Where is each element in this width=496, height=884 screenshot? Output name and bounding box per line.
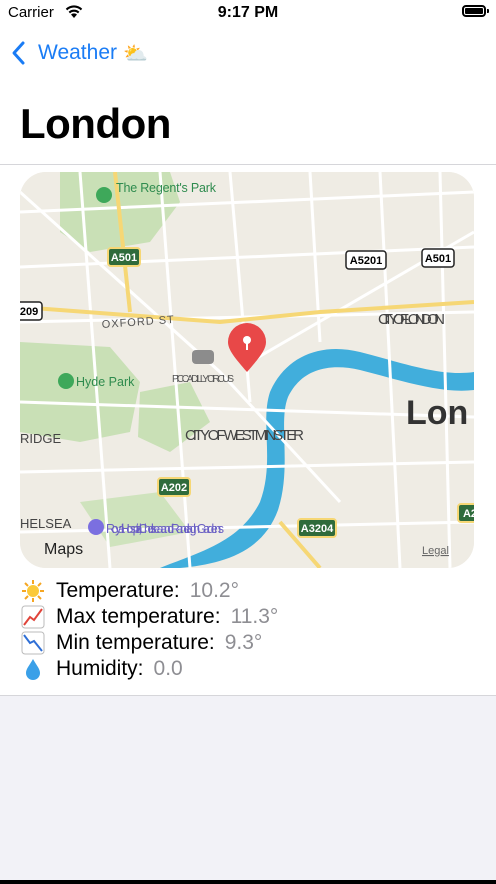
weather-row-max-temperature: Max temperature: 11.3° <box>20 604 278 630</box>
road-label: A2 <box>463 508 474 520</box>
sun-icon <box>20 579 46 603</box>
legal-link: Legal <box>422 545 449 557</box>
row-value: 0.0 <box>153 657 183 680</box>
droplet-icon <box>20 657 46 681</box>
london-label: Lon <box>406 394 468 432</box>
row-label: Max temperature: <box>56 605 221 628</box>
sun-behind-cloud-icon: ⛅ <box>123 42 148 65</box>
royal-hospital-label: Royal Hospital, Chelsea and Ranelagh Gar… <box>106 522 224 536</box>
back-button[interactable]: Weather ⛅ <box>10 40 148 66</box>
road-label: A3204 <box>301 523 334 535</box>
road-shield: A501 <box>421 248 455 268</box>
road-shield: A501 <box>107 247 141 267</box>
row-value: 11.3° <box>230 605 279 628</box>
weather-detail-card: A501 A5201 A501 209 A202 A3204 A2 The Re… <box>0 165 496 696</box>
chevron-left-icon <box>12 41 25 65</box>
navigation-bar: Weather ⛅ London <box>0 26 496 165</box>
road-shield: A2 <box>457 503 474 523</box>
road-label: A5201 <box>350 255 382 267</box>
weather-row-temperature: Temperature: 10.2° <box>20 578 278 604</box>
weather-row-min-temperature: Min temperature: 9.3° <box>20 630 278 656</box>
park-icon <box>58 373 74 389</box>
row-value: 10.2° <box>189 579 240 602</box>
westminster-label: CITY OF WESTMINSTER <box>185 427 305 444</box>
road-label: A202 <box>161 482 187 494</box>
apple-maps-logo: Maps <box>44 541 83 558</box>
row-label: Min temperature: <box>56 631 215 654</box>
map-view[interactable]: A501 A5201 A501 209 A202 A3204 A2 The Re… <box>20 172 474 568</box>
regents-park-label: The Regent's Park <box>116 181 217 195</box>
hyde-park-label: Hyde Park <box>76 375 135 389</box>
park-icon <box>96 187 112 203</box>
battery-icon <box>462 5 489 17</box>
chart-up-icon <box>20 605 46 629</box>
chelsea-label: HELSEA <box>20 516 72 531</box>
road-label: A501 <box>111 252 137 264</box>
weather-list: Temperature: 10.2° Max temperature: 11.3… <box>20 578 278 682</box>
page-title: London <box>20 100 171 147</box>
row-label: Temperature: <box>56 579 180 602</box>
hospital-icon <box>88 519 104 535</box>
clock-time: 9:17 PM <box>217 4 279 21</box>
row-value: 9.3° <box>224 631 263 654</box>
ridge-label: RIDGE <box>20 431 62 446</box>
status-bar: Carrier 9:17 PM <box>0 0 496 26</box>
piccadilly-label: PICCADILLY CIRCUS <box>172 374 234 385</box>
road-shield: 209 <box>20 301 43 321</box>
road-shield: A3204 <box>297 518 337 538</box>
back-button-label: Weather <box>38 41 117 64</box>
chart-down-icon <box>20 631 46 655</box>
home-indicator <box>0 880 496 884</box>
road-shield: A202 <box>157 477 191 497</box>
road-label: A501 <box>425 253 451 265</box>
road-shield: A5201 <box>345 250 387 270</box>
row-label: Humidity: <box>56 657 144 680</box>
city-of-london-label: CITY OF LONDON <box>378 311 446 328</box>
road-label: 209 <box>20 306 38 318</box>
landmark-icon <box>192 350 214 364</box>
weather-row-humidity: Humidity: 0.0 <box>20 656 278 682</box>
